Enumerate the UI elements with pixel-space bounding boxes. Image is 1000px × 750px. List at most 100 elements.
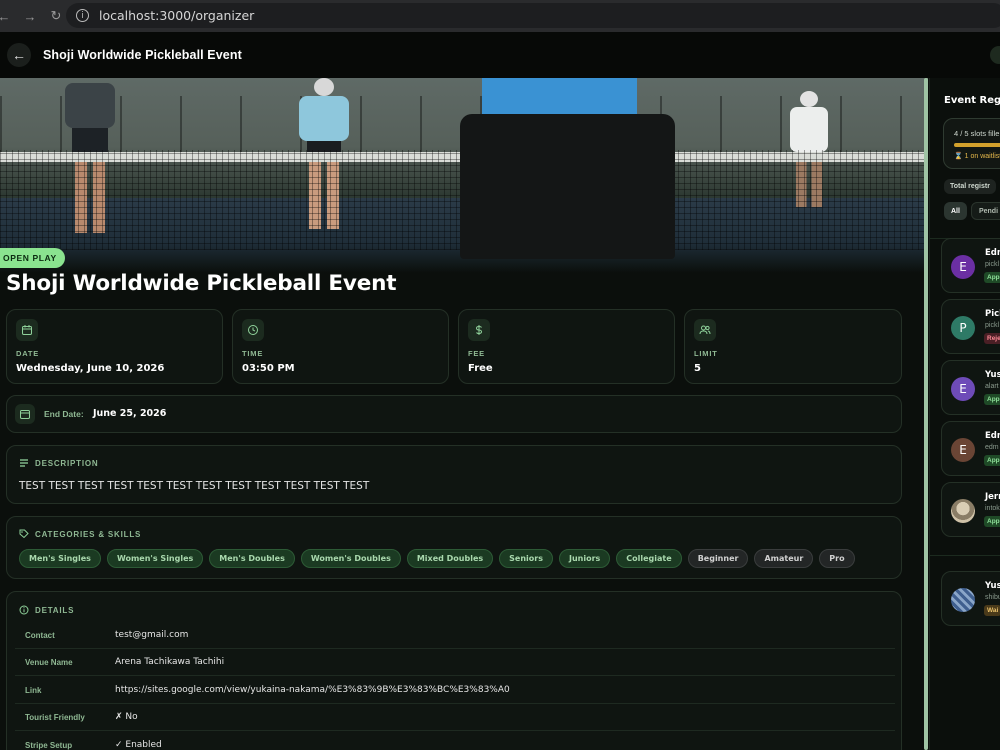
details-card: DETAILS Contact test@gmail.com Venue Name… xyxy=(6,591,902,750)
header-action-button[interactable] xyxy=(990,46,1000,64)
stat-card-date: DATE Wednesday, June 10, 2026 xyxy=(6,309,223,384)
detail-value: ✗ No xyxy=(115,712,138,722)
stat-label: FEE xyxy=(468,349,485,358)
avatar-photo xyxy=(951,499,975,523)
hero-player xyxy=(460,78,675,273)
detail-row-stripe: Stripe Setup ✓ Enabled xyxy=(15,732,895,750)
dollar-icon xyxy=(468,319,490,341)
slots-progress-bar xyxy=(954,143,1000,147)
registrant-card[interactable]: E Edm edm App xyxy=(941,421,1000,476)
registrant-name: Yus xyxy=(985,581,1000,591)
users-icon xyxy=(694,319,716,341)
address-bar[interactable]: i localhost:3000/organizer xyxy=(66,3,1000,28)
end-date-card: End Date: June 25, 2026 xyxy=(6,395,902,433)
status-badge: Reje xyxy=(984,333,1000,344)
tab-pending[interactable]: Pendi xyxy=(970,202,1000,220)
stat-value: 5 xyxy=(694,363,701,374)
detail-row-venue: Venue Name Arena Tachikawa Tachihi xyxy=(15,649,895,676)
registrant-username: alart xyxy=(985,383,999,390)
tab-all[interactable]: All xyxy=(944,202,967,220)
info-icon xyxy=(19,605,29,615)
text-icon xyxy=(20,459,28,467)
registrant-card[interactable]: E Edm pickl App xyxy=(941,238,1000,293)
status-badge: App xyxy=(984,516,1000,527)
event-main[interactable]: OPEN PLAY Shoji Worldwide Pickleball Eve… xyxy=(0,78,928,750)
main-scrollbar[interactable] xyxy=(924,78,928,750)
slots-card: 4 / 5 slots fille ⌛ 1 on waitlist xyxy=(943,118,1000,169)
category-chip[interactable]: Women's Singles xyxy=(106,549,204,568)
tag-icon xyxy=(19,529,29,539)
description-text: TEST TEST TEST TEST TEST TEST TEST TEST … xyxy=(19,480,370,492)
category-chip[interactable]: Men's Singles xyxy=(19,549,101,568)
category-chip-list: Men's Singles Women's Singles Men's Doub… xyxy=(19,549,855,568)
detail-value[interactable]: https://sites.google.com/view/yukaina-na… xyxy=(115,685,510,695)
description-heading-text: DESCRIPTION xyxy=(35,458,99,468)
categories-card: CATEGORIES & SKILLS Men's Singles Women'… xyxy=(6,516,902,579)
browser-reload-icon[interactable]: ↻ xyxy=(45,8,67,24)
end-date-label: End Date: xyxy=(44,409,84,419)
category-chip[interactable]: Collegiate xyxy=(616,549,682,568)
registrant-username: edm xyxy=(985,444,999,451)
registrations-panel[interactable]: Event Reg 4 / 5 slots fille ⌛ 1 on waitl… xyxy=(929,78,1000,750)
description-heading: DESCRIPTION xyxy=(19,458,98,468)
details-heading: DETAILS xyxy=(19,605,74,615)
avatar: E xyxy=(951,255,975,279)
address-url[interactable]: localhost:3000/organizer xyxy=(99,8,254,23)
app-header: ← Shoji Worldwide Pickleball Event xyxy=(0,32,1000,78)
registrant-name: Yus xyxy=(985,370,1000,380)
registrant-card[interactable]: Jerr intok App xyxy=(941,482,1000,537)
status-badge: App xyxy=(984,394,1000,405)
back-button[interactable]: ← xyxy=(7,43,31,67)
waitlist-card[interactable]: Yus shibu Wai xyxy=(941,571,1000,626)
end-date-value: June 25, 2026 xyxy=(93,408,167,419)
registrant-card[interactable]: P Pick pickl Reje xyxy=(941,299,1000,354)
category-chip[interactable]: Women's Doubles xyxy=(300,549,401,568)
category-chip[interactable]: Men's Doubles xyxy=(209,549,295,568)
header-title: Shoji Worldwide Pickleball Event xyxy=(43,48,242,62)
stat-label: LIMIT xyxy=(694,349,718,358)
registrant-username: intok xyxy=(985,505,1000,512)
category-chip[interactable]: Seniors xyxy=(499,549,553,568)
status-badge: Wai xyxy=(984,605,1000,616)
hero-image xyxy=(0,78,928,273)
registrant-username: pickl xyxy=(985,322,1000,329)
avatar-photo xyxy=(951,588,975,612)
status-badge: App xyxy=(984,272,1000,283)
stat-value: 03:50 PM xyxy=(242,363,295,374)
registrant-card[interactable]: E Yus alart App xyxy=(941,360,1000,415)
stat-value: Wednesday, June 10, 2026 xyxy=(16,363,165,374)
status-badge: App xyxy=(984,455,1000,466)
detail-value[interactable]: test@gmail.com xyxy=(115,630,188,640)
site-info-icon[interactable]: i xyxy=(76,9,89,22)
stat-card-fee: FEE Free xyxy=(458,309,675,384)
registrant-username: pickl xyxy=(985,261,1000,268)
event-title: Shoji Worldwide Pickleball Event xyxy=(6,271,397,296)
detail-key: Venue Name xyxy=(25,657,73,667)
categories-heading-text: CATEGORIES & SKILLS xyxy=(35,529,142,539)
calendar-icon xyxy=(15,404,35,424)
categories-heading: CATEGORIES & SKILLS xyxy=(19,529,141,539)
avatar: E xyxy=(951,438,975,462)
category-chip[interactable]: Mixed Doubles xyxy=(406,549,494,568)
skill-chip[interactable]: Beginner xyxy=(687,549,749,568)
detail-key: Link xyxy=(25,685,42,695)
clock-icon xyxy=(242,319,264,341)
registrant-name: Jerr xyxy=(985,492,1000,502)
browser-back-icon[interactable]: ← xyxy=(0,9,15,24)
calendar-icon xyxy=(16,319,38,341)
skill-chip[interactable]: Amateur xyxy=(754,549,814,568)
waitlist-text: ⌛ 1 on waitlist xyxy=(954,153,1000,160)
category-chip[interactable]: Juniors xyxy=(558,549,611,568)
registrant-name: Edm xyxy=(985,248,1000,258)
browser-forward-icon[interactable]: → xyxy=(19,9,41,24)
stat-card-limit: LIMIT 5 xyxy=(684,309,902,384)
description-card: DESCRIPTION TEST TEST TEST TEST TEST TES… xyxy=(6,445,902,504)
event-type-badge: OPEN PLAY xyxy=(0,248,65,268)
detail-key: Contact xyxy=(25,630,55,640)
filter-tabs: All Pendi xyxy=(944,202,1000,220)
browser-toolbar: ← → ↻ i localhost:3000/organizer xyxy=(0,0,1000,32)
registrant-username: shibu xyxy=(985,594,1000,601)
detail-row-contact: Contact test@gmail.com xyxy=(15,622,895,649)
skill-chip[interactable]: Pro xyxy=(819,549,855,568)
stat-label: DATE xyxy=(16,349,40,358)
